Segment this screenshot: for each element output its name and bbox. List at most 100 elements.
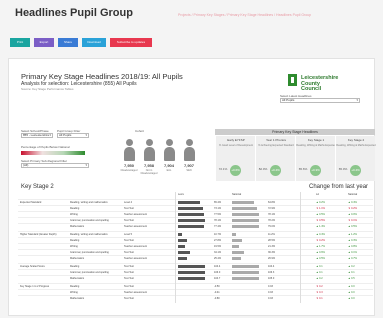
council-logo-text: Leicestershire County Council: [301, 75, 339, 92]
divider-bars: [175, 192, 176, 303]
national-value: 105.0: [268, 277, 275, 280]
row-subject: Mathematics: [70, 225, 85, 228]
table-row: Writing Teacher assessment 19.5% 21.3% ▲ 1.7…: [18, 243, 373, 248]
dashboard-title: Primary Key Stage Headlines 2018/19: All…: [21, 72, 183, 81]
headline-value: 65.6%: [298, 167, 308, 171]
national-bar: [232, 233, 236, 236]
leics-bar: [178, 233, 182, 236]
toolbar-button-2[interactable]: Export: [34, 38, 54, 47]
table-row: Mathematics Teacher assessment 25.4% 26.9% ▲…: [18, 255, 373, 260]
group-label: Expected Standard: [20, 201, 42, 204]
person-icon: [124, 139, 135, 161]
cohort-value: 7,950: [123, 163, 134, 168]
cohort-value: 7,907: [183, 163, 194, 168]
headline-value: 82.0%: [258, 167, 268, 171]
page-title: Headlines Pupil Group: [15, 7, 133, 19]
leics-bar: [178, 271, 205, 274]
toolbar-button-1[interactable]: Print: [10, 38, 30, 47]
toolbar-button-4[interactable]: Download: [82, 38, 106, 47]
headline-title: Key Stage 2: [347, 138, 365, 142]
change-la: ▼ 0.1: [316, 297, 323, 300]
table-row: Writing Teacher assessment -0.41 0.03 ▼ 0.3 ▲…: [18, 289, 373, 294]
leics-bar: [178, 239, 187, 242]
toolbar-button-5[interactable]: Subscribe to updates: [110, 38, 152, 47]
col-header-national: National: [232, 193, 242, 196]
national-bar: [232, 251, 244, 254]
dashboard-panel: Primary Key Stage Headlines 2018/19: All…: [8, 58, 376, 316]
row-subject: Mathematics: [70, 297, 85, 300]
leics-bar: [178, 257, 187, 260]
person-head: [146, 139, 153, 146]
national-bar: [232, 219, 259, 222]
headline-title: Early EYFSP: [227, 138, 245, 142]
person-head: [166, 139, 173, 146]
national-value: 79.0%: [268, 225, 276, 228]
table-row: Mathematics Test Test -0.80 0.03 ▼ 0.1 ▲ 0.0: [18, 295, 373, 300]
col-header-change-national: National: [348, 193, 358, 196]
headline-value: 65.0%: [338, 167, 348, 171]
table-row: Mathematics Teacher assessment 77.4% 79.0% ▲…: [18, 223, 373, 228]
leics-bar: [178, 225, 204, 228]
table-row: Reading Test Test 27.8% 28.5% ▼ 0.2% ▲ 0.3%: [18, 237, 373, 242]
national-value: 26.9%: [268, 257, 276, 260]
leics-bar: [178, 251, 190, 254]
row-subject: Mathematics: [70, 277, 85, 280]
headline-title: Year 1 Phonics: [265, 138, 287, 142]
headline-card: Year 1 Phonics % Achieving Expected Stand…: [255, 136, 295, 181]
group-filter-select[interactable]: All Pupils: [57, 133, 89, 138]
headline-change-badge: +0.4%: [270, 165, 281, 176]
change-national: ▲ 0.5%: [348, 225, 357, 228]
group-label: Average Scaled Score: [20, 265, 45, 268]
headline-card: Key Stage 2 Reading, Writing & Maths Expe…: [335, 136, 376, 181]
person-icon: [164, 139, 175, 161]
national-bar: [232, 239, 242, 242]
national-bar: [232, 225, 259, 228]
table-row: Grammar, punctuation and spelling Test Te…: [18, 217, 373, 222]
breadcrumb[interactable]: Projects / Primary Key Stages / Primary …: [178, 13, 311, 17]
person-icon: [184, 139, 195, 161]
subregion-filter-select[interactable]: (All): [21, 163, 89, 168]
cohort-label: SEN: [186, 169, 192, 172]
person-body: [164, 147, 175, 161]
headline-change-badge: +0.6%: [230, 165, 241, 176]
person-icon: [144, 139, 155, 161]
ks2-heading: Key Stage 2: [21, 184, 54, 190]
person-body: [144, 147, 155, 161]
cohort-label: Disadvantaged: [120, 169, 138, 172]
row-subject: Mathematics: [70, 257, 85, 260]
national-bar: [232, 271, 259, 274]
change-national: ▲ 0.5: [348, 277, 355, 280]
change-la: ▲ 0.2: [316, 277, 323, 280]
national-bar: [232, 207, 257, 210]
scale-label: Percentage of Pupils Below National: [21, 145, 70, 149]
table-row: Grammar, punctuation and spelling Test Te…: [18, 269, 373, 274]
col-header-leics: Leics: [178, 193, 184, 196]
leics-value: 77.4%: [214, 225, 222, 228]
change-national: ▲ 0.0: [348, 297, 355, 300]
person-body: [124, 147, 135, 161]
row-measure: Test Test: [124, 297, 134, 300]
toolbar-button-3[interactable]: Share: [58, 38, 78, 47]
divider-change: [300, 192, 301, 303]
cohort-label: EAL: [166, 169, 172, 172]
headline-title: Key Stage 1: [307, 138, 325, 142]
school-filter-select[interactable]: 855 - Leicestershire: [21, 133, 53, 138]
council-logo-icon: [288, 74, 297, 86]
national-bar: [232, 201, 254, 204]
table-row: Reading, writing and mathematics Level 51…: [18, 231, 373, 236]
headline-value: 72.1%: [218, 167, 228, 171]
leics-bar: [178, 277, 205, 280]
national-bar: [232, 277, 259, 280]
leics-value: 25.4%: [214, 257, 222, 260]
headline-desc: Reading, Writing & Maths Expected: [336, 144, 376, 147]
leics-value: 104.7: [214, 277, 221, 280]
latest-filter-select[interactable]: All Pupils: [280, 98, 360, 103]
national-bar: [232, 265, 259, 268]
cohort-value: 7,958: [143, 163, 154, 168]
cohort-label: Not in Disadvantaged: [140, 169, 158, 175]
group-label: Key Stage 1 to 2 Progress: [20, 285, 50, 288]
cohort-heading: Cohort: [135, 129, 145, 133]
leics-bar: [178, 201, 200, 204]
row-measure: Test Test: [124, 277, 134, 280]
change-national: ▲ 0.7%: [348, 257, 357, 260]
